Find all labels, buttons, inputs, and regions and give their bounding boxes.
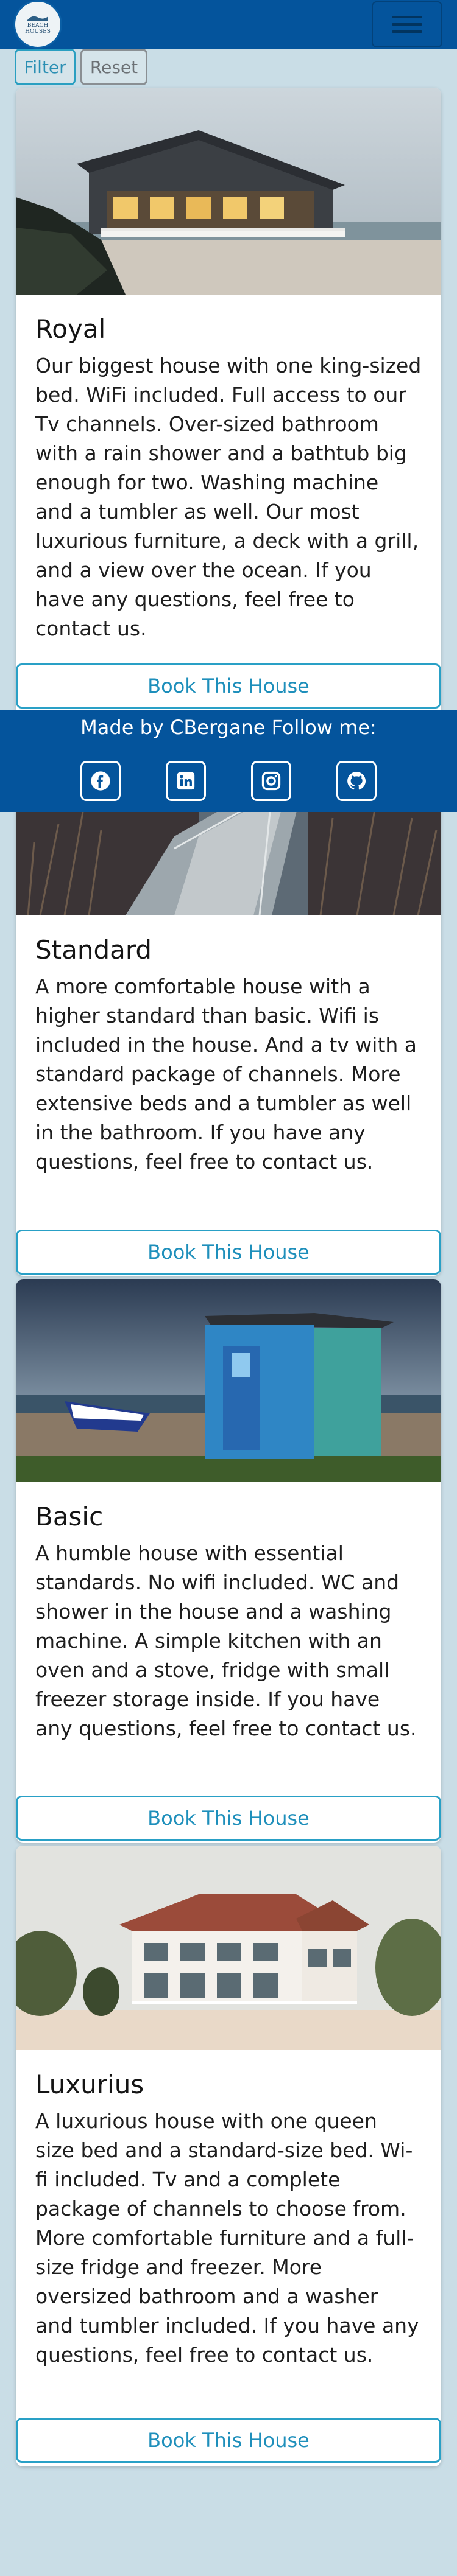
house-image-luxurius [16,1846,441,2050]
house-image-royal [16,88,441,295]
footer: Made by CBergane Follow me: [0,710,457,812]
house-card-basic: Basic A humble house with essential stan… [16,1279,441,1843]
book-house-button[interactable]: Book This House [16,1796,441,1841]
book-house-button[interactable]: Book This House [16,663,441,709]
wave-icon [27,16,48,21]
facebook-link[interactable] [80,761,121,801]
footer-credit: Made by CBergane Follow me: [80,716,377,739]
github-link[interactable] [336,761,377,801]
house-description: A humble house with essential standards.… [35,1541,417,1740]
instagram-icon [261,771,281,791]
book-house-button[interactable]: Book This House [16,2418,441,2463]
house-image-basic [16,1279,441,1482]
house-title: Luxurius [35,2070,144,2099]
filter-button[interactable]: Filter [15,49,76,85]
house-description: A more comfortable house with a higher s… [35,975,417,1174]
github-icon [347,772,366,790]
menu-toggle-button[interactable] [372,1,442,47]
logo-text: BEACH HOUSES [25,23,51,35]
hamburger-icon [392,11,422,38]
house-description: Our biggest house with one king-sized be… [35,354,422,640]
navbar: BEACH HOUSES [0,0,457,49]
house-card-royal: Royal Our biggest house with one king-si… [16,88,441,715]
book-house-button[interactable]: Book This House [16,1230,441,1275]
filter-bar: Filter Reset [15,49,147,85]
linkedin-link[interactable] [166,761,206,801]
house-title: Royal [35,314,106,344]
house-description: A luxurious house with one queen size be… [35,2109,419,2367]
house-card-luxurius: Luxurius A luxurious house with one quee… [16,1846,441,2466]
facebook-icon [91,771,110,791]
social-links [0,761,457,801]
linkedin-icon [177,772,195,790]
reset-button[interactable]: Reset [80,49,147,85]
logo[interactable]: BEACH HOUSES [13,0,62,49]
house-title: Standard [35,935,152,965]
instagram-link[interactable] [251,761,291,801]
house-title: Basic [35,1502,104,1531]
